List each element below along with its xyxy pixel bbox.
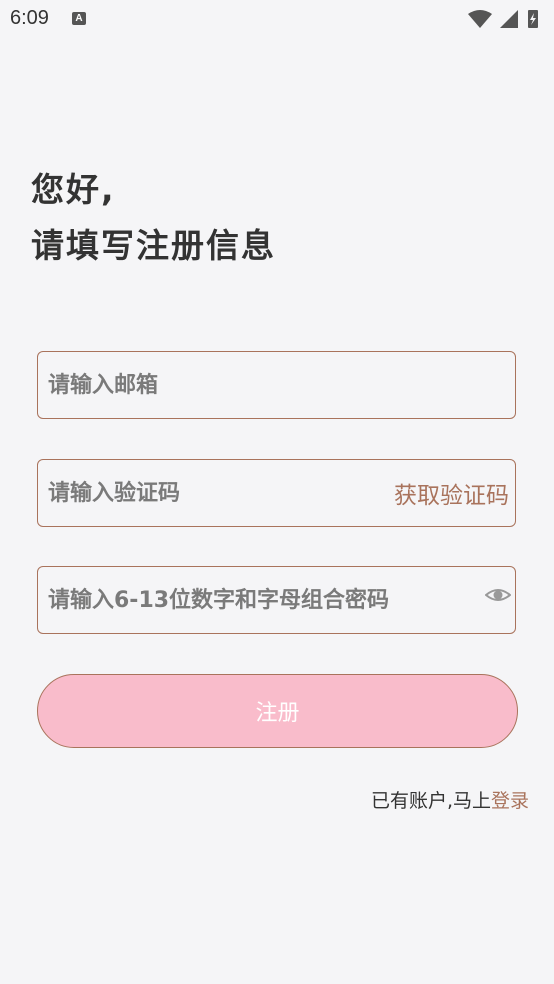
page-title: 您好, 请填写注册信息 (31, 162, 276, 274)
email-field[interactable] (37, 351, 516, 419)
status-icons (468, 10, 538, 28)
register-button[interactable]: 注册 (37, 674, 518, 748)
email-input[interactable] (48, 352, 368, 418)
verification-code-input[interactable] (48, 460, 368, 526)
password-input[interactable] (48, 567, 468, 633)
status-time: 6:09 (10, 7, 49, 29)
login-prompt-text: 已有账户,马上 (370, 790, 491, 812)
password-field[interactable] (37, 566, 516, 634)
wifi-icon (468, 10, 492, 28)
greeting-line-2: 请填写注册信息 (31, 226, 276, 265)
login-prompt: 已有账户,马上登录 (371, 786, 529, 813)
login-link[interactable]: 登录 (491, 790, 529, 812)
status-bar: 6:09 A (0, 0, 554, 38)
get-code-button[interactable]: 获取验证码 (394, 460, 509, 526)
greeting-line-1: 您好, (31, 170, 116, 209)
signal-icon (500, 10, 518, 28)
eye-icon[interactable] (485, 582, 511, 608)
verification-code-field[interactable]: 获取验证码 (37, 459, 516, 527)
notification-icon: A (72, 12, 86, 25)
